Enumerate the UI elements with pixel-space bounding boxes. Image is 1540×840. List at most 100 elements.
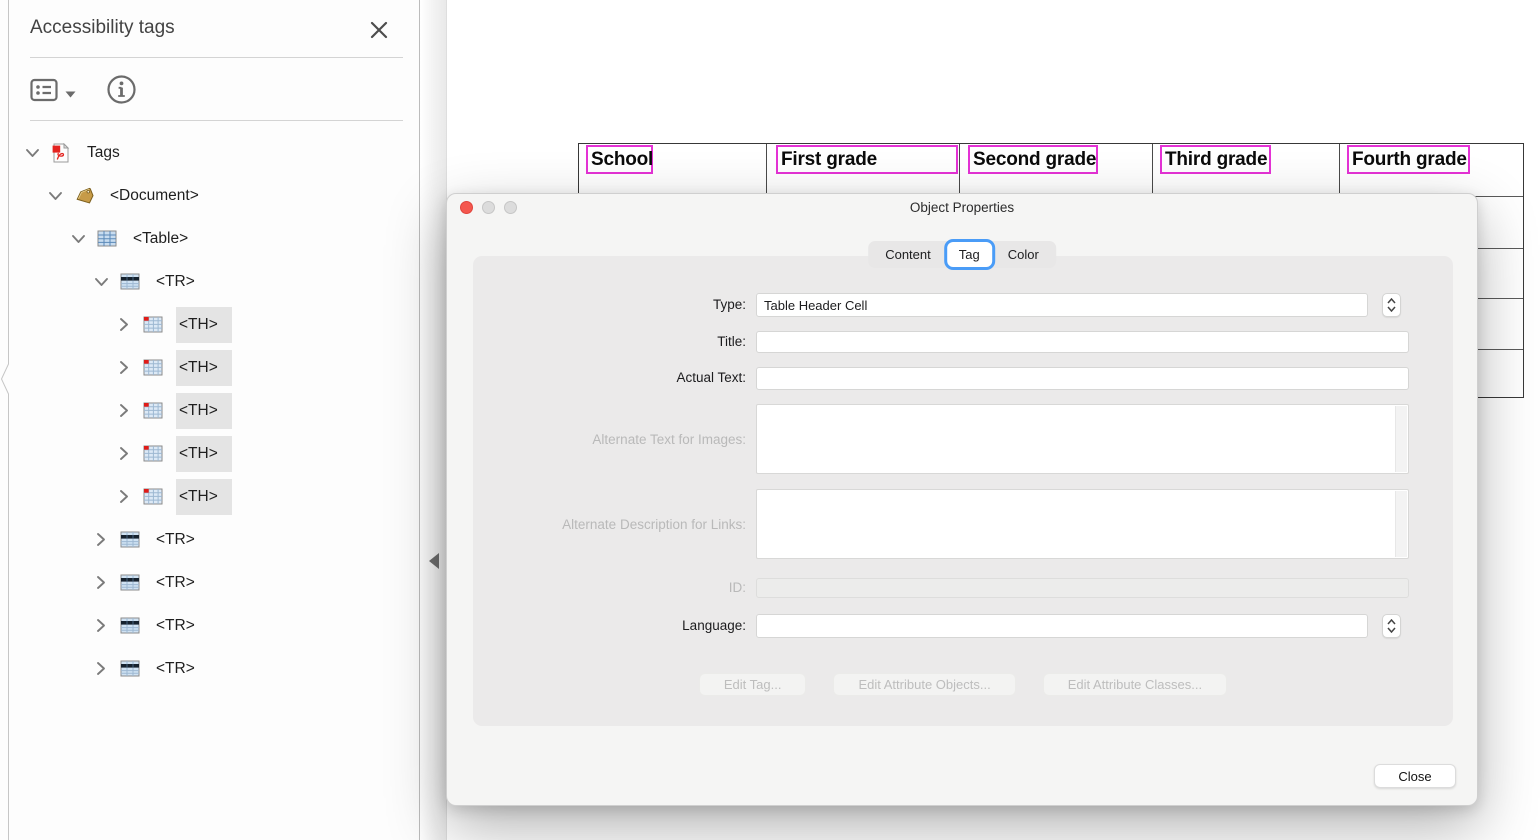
tree-item[interactable]: <TH>: [0, 389, 419, 432]
tree-item[interactable]: <Document>: [0, 174, 419, 217]
table-header-text: Third grade: [1162, 149, 1267, 171]
language-label: Language:: [473, 618, 746, 633]
tags-tree: Tags <Document> <Table> <TR> <TH> <TH> <…: [0, 131, 419, 690]
acrobat-window: Accessibility tags Tags: [0, 0, 1540, 840]
scrollbar-track[interactable]: [1395, 491, 1407, 557]
th-icon: [143, 445, 164, 462]
chevron-right-icon[interactable]: [116, 489, 132, 504]
dialog-tabs: ContentTagColor: [868, 241, 1056, 268]
tree-item-label: <TR>: [153, 608, 209, 644]
chevron-down-icon: [65, 86, 76, 101]
info-icon: [106, 74, 137, 108]
type-label: Type:: [473, 297, 746, 312]
chevron-right-icon[interactable]: [116, 446, 132, 461]
close-panel-icon[interactable]: [368, 19, 390, 41]
title-label: Title:: [473, 334, 746, 349]
tree-item[interactable]: Tags: [0, 131, 419, 174]
tree-item-label: <TR>: [153, 651, 209, 687]
tag-structure-options-icon: [30, 78, 58, 105]
tag-tab-panel: Type: Title: Actual Text: Alternate Text…: [473, 256, 1453, 726]
th-icon: [143, 359, 164, 376]
edit-attribute-objects-button: Edit Attribute Objects...: [833, 673, 1015, 696]
edit-buttons-row: Edit Tag... Edit Attribute Objects... Edit…: [473, 673, 1453, 696]
table-header-text: Second grade: [970, 149, 1096, 171]
tree-item[interactable]: <TR>: [0, 518, 419, 561]
tab-tag[interactable]: Tag: [944, 239, 995, 270]
tree-item[interactable]: <TR>: [0, 260, 419, 303]
actual-text-input[interactable]: [756, 367, 1409, 390]
tree-item[interactable]: <TH>: [0, 432, 419, 475]
chevron-down-icon[interactable]: [70, 234, 86, 244]
alternate-text-for-images-textarea[interactable]: [756, 404, 1409, 474]
table-header-cell[interactable]: Second grade: [968, 145, 1098, 174]
id-label: ID:: [473, 580, 746, 595]
info-button[interactable]: [106, 74, 137, 108]
chevron-right-icon[interactable]: [93, 532, 109, 547]
panel-title: Accessibility tags: [30, 17, 175, 39]
divider: [30, 57, 403, 58]
language-select[interactable]: [756, 614, 1368, 638]
tag-options-button[interactable]: [30, 78, 76, 105]
chevron-down-icon[interactable]: [24, 148, 40, 158]
table-header-cell[interactable]: Fourth grade: [1347, 145, 1470, 174]
tab-content[interactable]: Content: [870, 241, 946, 268]
tree-item-label: <TH>: [176, 393, 232, 429]
tree-item[interactable]: <Table>: [0, 217, 419, 260]
table-header-cell[interactable]: First grade: [776, 145, 958, 174]
chevron-right-icon[interactable]: [93, 618, 109, 633]
tree-item-label: <TH>: [176, 436, 232, 472]
tree-item[interactable]: <TR>: [0, 561, 419, 604]
tree-item[interactable]: <TH>: [0, 303, 419, 346]
tree-item[interactable]: <TH>: [0, 475, 419, 518]
collapse-panel-icon[interactable]: [429, 553, 439, 569]
dialog-titlebar[interactable]: Object Properties: [447, 194, 1477, 220]
table-header-text: First grade: [778, 149, 877, 171]
stepper-icon[interactable]: [1382, 293, 1401, 317]
tr-icon: [120, 273, 141, 290]
tags-icon: [51, 143, 72, 163]
tree-item-label: <TR>: [153, 522, 209, 558]
panel-splitter[interactable]: [419, 0, 447, 840]
tree-item-label: <TR>: [153, 264, 209, 300]
alternate-description-for-links-textarea[interactable]: [756, 489, 1409, 559]
th-icon: [143, 316, 164, 333]
scrollbar-track[interactable]: [1395, 406, 1407, 472]
tree-item[interactable]: <TR>: [0, 647, 419, 690]
tree-item-label: <TH>: [176, 307, 232, 343]
panel-toolbar: [30, 74, 137, 108]
th-icon: [143, 402, 164, 419]
chevron-down-icon[interactable]: [47, 191, 63, 201]
chevron-right-icon[interactable]: [116, 360, 132, 375]
table-header-cell[interactable]: Third grade: [1160, 145, 1271, 174]
id-input: [756, 578, 1409, 598]
type-select[interactable]: [756, 293, 1368, 317]
divider: [30, 120, 403, 121]
edit-tag-button: Edit Tag...: [699, 673, 807, 696]
chevron-down-icon[interactable]: [93, 277, 109, 287]
tr-icon: [120, 574, 141, 591]
table-header-text: School: [588, 149, 653, 171]
tree-item-label: Tags: [84, 135, 134, 171]
tr-icon: [120, 660, 141, 677]
alternate-text-for-images-label: Alternate Text for Images:: [473, 432, 746, 447]
chevron-right-icon[interactable]: [116, 403, 132, 418]
edit-attribute-classes-button: Edit Attribute Classes...: [1043, 673, 1227, 696]
object-properties-dialog: Object Properties ContentTagColor Type: …: [446, 193, 1478, 806]
chevron-right-icon[interactable]: [116, 317, 132, 332]
tree-item[interactable]: <TH>: [0, 346, 419, 389]
table-header-text: Fourth grade: [1349, 149, 1467, 171]
tr-icon: [120, 617, 141, 634]
table-icon: [97, 230, 118, 247]
table-header-cell[interactable]: School: [586, 145, 653, 174]
stepper-icon[interactable]: [1382, 614, 1401, 638]
chevron-right-icon[interactable]: [93, 575, 109, 590]
th-icon: [143, 488, 164, 505]
title-input[interactable]: [756, 331, 1409, 353]
close-button[interactable]: Close: [1374, 764, 1456, 788]
tree-item-label: <TH>: [176, 479, 232, 515]
tree-item[interactable]: <TR>: [0, 604, 419, 647]
chevron-right-icon[interactable]: [93, 661, 109, 676]
tree-item-label: <TH>: [176, 350, 232, 386]
alternate-description-for-links-label: Alternate Description for Links:: [473, 517, 746, 532]
tab-color[interactable]: Color: [993, 241, 1054, 268]
